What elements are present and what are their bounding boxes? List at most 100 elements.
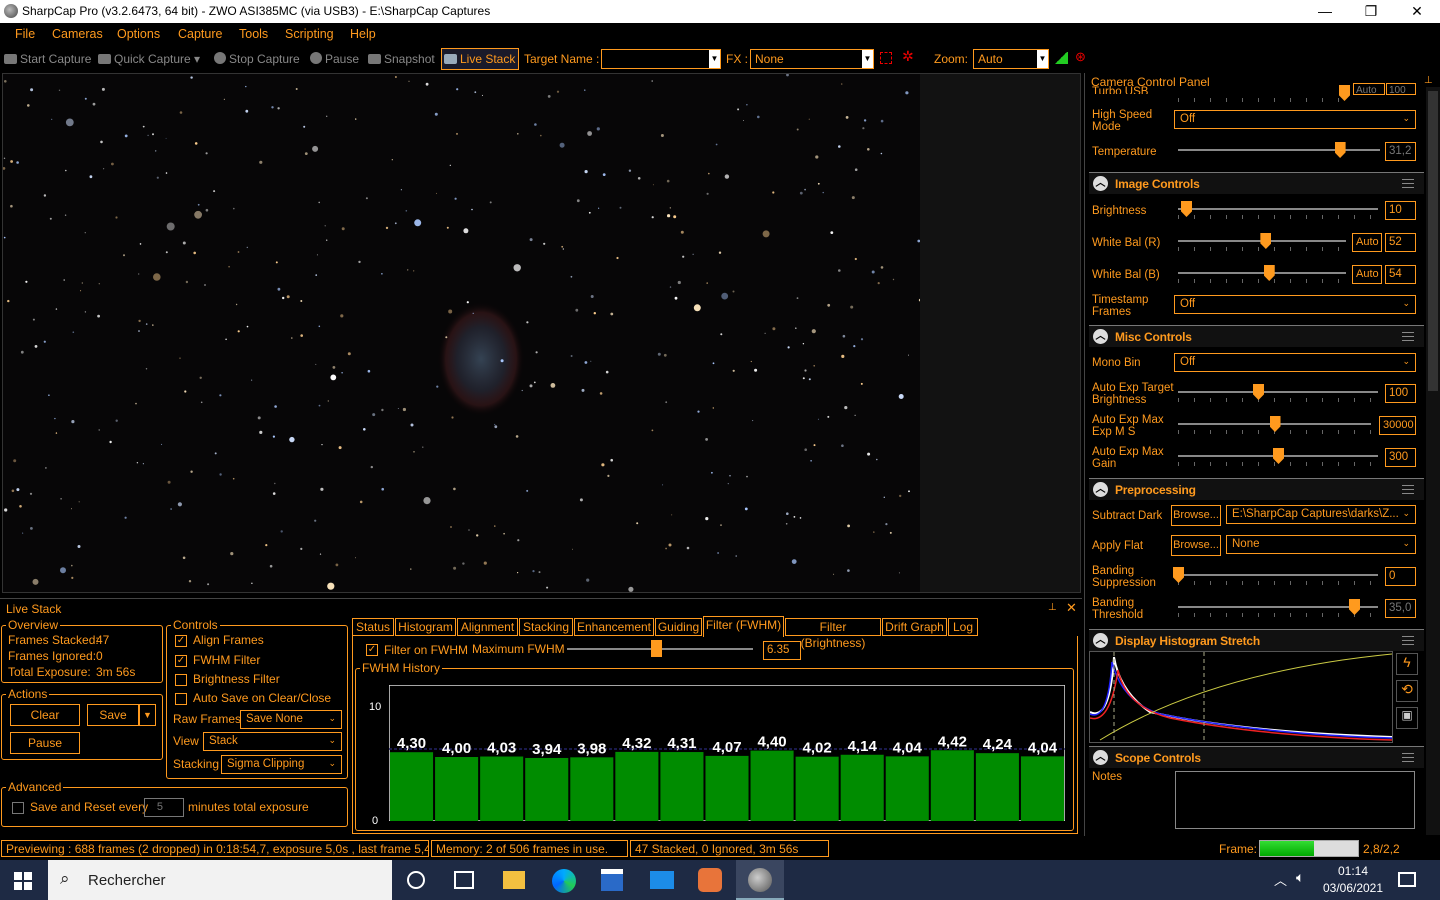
tab-status[interactable]: Status (352, 618, 394, 636)
pause-stack-button[interactable]: Pause (10, 732, 80, 754)
histogram-icon[interactable] (1054, 52, 1068, 64)
collapse-icon[interactable]: ︿ (1093, 482, 1108, 497)
volume-icon[interactable]: 🔈︎ (1296, 869, 1304, 886)
select-area-icon[interactable] (880, 52, 892, 64)
brightness-value[interactable]: 10 (1385, 201, 1416, 220)
auto-exp-target-slider[interactable] (1178, 391, 1378, 393)
wb-b-slider[interactable] (1178, 272, 1346, 274)
menu-icon[interactable] (1402, 179, 1414, 188)
subtract-dark-select[interactable]: E:\SharpCap Captures\darks\Z... ⌄ (1226, 505, 1416, 524)
apply-flat-browse-button[interactable]: Browse... (1171, 535, 1221, 556)
auto-exp-max-exp-value[interactable]: 30000 (1379, 416, 1416, 435)
collapse-icon[interactable]: ︿ (1093, 329, 1108, 344)
fwhm-filter-checkbox[interactable]: ✓ (175, 655, 187, 667)
menu-scripting[interactable]: Scripting (285, 27, 334, 41)
stop-capture-button[interactable]: Stop Capture (214, 52, 300, 66)
sharpcap-taskbar-button[interactable] (736, 860, 784, 900)
menu-icon[interactable] (1402, 332, 1414, 341)
max-fwhm-value[interactable]: 6.35 (763, 641, 801, 660)
stacking-select[interactable]: Sigma Clipping ⌄ (221, 755, 342, 774)
banding-threshold-slider[interactable] (1178, 606, 1378, 608)
tab-log[interactable]: Log (948, 618, 978, 636)
minimize-button[interactable]: — (1302, 0, 1348, 23)
tab-drift-graph[interactable]: Drift Graph (882, 618, 947, 636)
menu-capture[interactable]: Capture (178, 27, 222, 41)
apply-flat-select[interactable]: None ⌄ (1226, 535, 1416, 554)
menu-cameras[interactable]: Cameras (52, 27, 103, 41)
auto-save-checkbox[interactable] (175, 693, 187, 705)
quick-capture-button[interactable]: Quick Capture ▾ (98, 52, 200, 66)
preprocessing-header[interactable]: ︿ Preprocessing (1089, 478, 1424, 500)
menu-file[interactable]: File (15, 27, 35, 41)
turbo-usb-value[interactable]: 100 (1386, 83, 1416, 95)
focus-icon[interactable]: ⊛ (1075, 49, 1086, 65)
tab-enhancement[interactable]: Enhancement (574, 618, 654, 636)
reset-icon[interactable]: ⟲ (1396, 680, 1418, 702)
fx-select[interactable]: None ▼ (750, 49, 874, 69)
close-button[interactable]: ✕ (1394, 0, 1440, 23)
mono-bin-select[interactable]: Off ⌄ (1174, 353, 1416, 372)
menu-tools[interactable]: Tools (239, 27, 268, 41)
clear-button[interactable]: Clear (10, 704, 80, 726)
brightness-filter-checkbox[interactable] (175, 674, 187, 686)
save-reset-checkbox[interactable] (12, 802, 24, 814)
close-panel-icon[interactable]: ✕ (1066, 600, 1077, 616)
tab-guiding[interactable]: Guiding (655, 618, 702, 636)
tab-filter-brightness[interactable]: Filter (Brightness) (785, 618, 881, 650)
subtract-dark-browse-button[interactable]: Browse... (1171, 505, 1221, 526)
timestamp-select[interactable]: Off ⌄ (1174, 295, 1416, 314)
chevron-up-icon[interactable]: ︿ (1274, 870, 1287, 889)
menu-icon[interactable] (1402, 753, 1414, 762)
menu-help[interactable]: Help (350, 27, 376, 41)
clock-time[interactable]: 01:14 (1322, 864, 1384, 878)
menu-icon[interactable] (1402, 485, 1414, 494)
pin-icon[interactable]: ⊥ (1048, 602, 1057, 613)
banding-threshold-value[interactable]: 35,0 (1385, 599, 1416, 618)
histogram-plot[interactable] (1089, 651, 1393, 743)
collapse-icon[interactable]: ︿ (1093, 750, 1108, 765)
collapse-icon[interactable]: ︿ (1093, 633, 1108, 648)
pin-icon[interactable]: ⊥ (1424, 75, 1433, 86)
file-explorer-icon[interactable] (503, 871, 525, 889)
menu-icon[interactable] (1402, 636, 1414, 645)
wb-b-auto[interactable]: Auto (1352, 265, 1382, 284)
save-dropdown-icon[interactable]: ▼ (139, 704, 156, 726)
auto-exp-target-value[interactable]: 100 (1385, 384, 1416, 403)
target-name-input[interactable]: ▼ (601, 49, 721, 69)
brightness-slider[interactable] (1178, 208, 1378, 210)
clock-date[interactable]: 03/06/2021 (1322, 881, 1384, 895)
raw-frames-select[interactable]: Save None ⌄ (240, 710, 342, 729)
view-select[interactable]: Stack ⌄ (203, 732, 342, 751)
max-fwhm-thumb[interactable] (651, 640, 663, 657)
task-view-icon[interactable] (454, 871, 474, 889)
notifications-icon[interactable] (1398, 872, 1416, 887)
store-icon[interactable] (601, 869, 623, 891)
restore-button[interactable]: ❐ (1348, 0, 1394, 23)
sublime-icon[interactable] (698, 868, 722, 892)
live-stack-button[interactable]: Live Stack (441, 48, 519, 70)
banding-suppression-slider[interactable] (1178, 574, 1378, 576)
tab-filter-fwhm[interactable]: Filter (FWHM) (703, 616, 784, 637)
temperature-thumb[interactable] (1334, 142, 1346, 158)
wb-b-value[interactable]: 54 (1385, 265, 1416, 284)
reticle-icon[interactable]: ✲ (902, 48, 914, 65)
tab-histogram[interactable]: Histogram (395, 618, 456, 636)
collapse-icon[interactable]: ︿ (1093, 176, 1108, 191)
save-icon[interactable]: ▣ (1396, 707, 1418, 729)
minutes-stepper[interactable]: 5 (144, 798, 184, 817)
lightning-icon[interactable]: ϟ (1396, 653, 1418, 675)
snapshot-button[interactable]: Snapshot (368, 52, 435, 66)
menu-options[interactable]: Options (117, 27, 160, 41)
misc-controls-header[interactable]: ︿ Misc Controls (1089, 325, 1424, 347)
cortana-icon[interactable] (407, 871, 425, 889)
save-button[interactable]: Save (87, 704, 139, 726)
tab-stacking[interactable]: Stacking (519, 618, 573, 636)
image-controls-header[interactable]: ︿ Image Controls (1089, 172, 1424, 194)
histogram-header[interactable]: ︿ Display Histogram Stretch (1089, 629, 1424, 651)
tab-alignment[interactable]: Alignment (457, 618, 518, 636)
turbo-usb-auto[interactable]: Auto (1353, 83, 1385, 95)
start-capture-button[interactable]: Start Capture (4, 52, 91, 66)
high-speed-select[interactable]: Off ⌄ (1174, 110, 1416, 129)
auto-exp-max-gain-value[interactable]: 300 (1385, 448, 1416, 467)
banding-suppression-value[interactable]: 0 (1385, 567, 1416, 586)
